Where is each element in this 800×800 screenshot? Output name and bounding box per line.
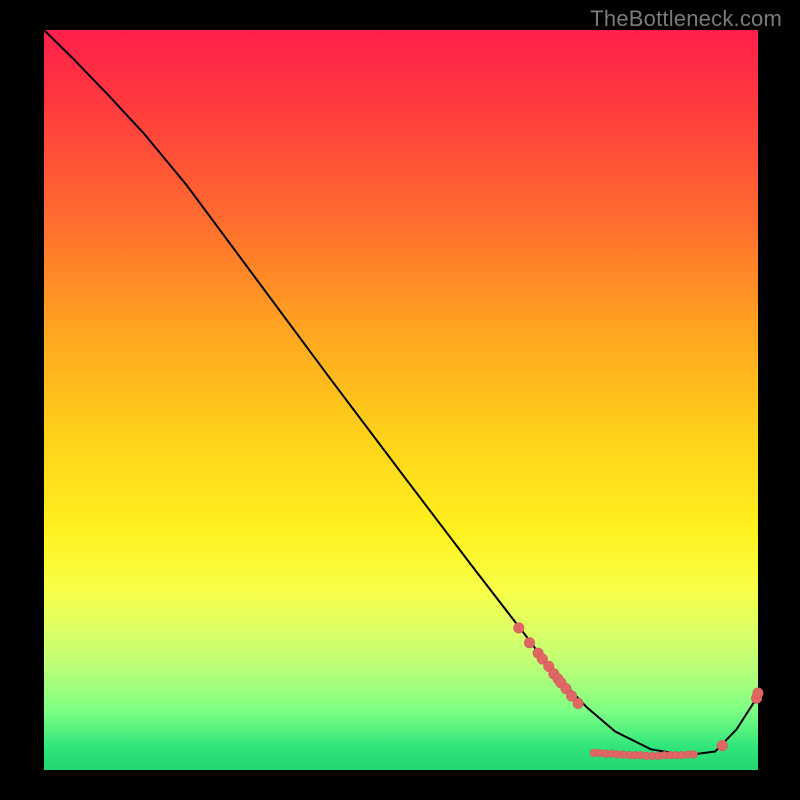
marker-dot [717,740,727,750]
attribution-label: TheBottleneck.com [590,6,782,32]
curve-line [44,30,758,755]
marker-dot [753,688,763,698]
marker-dot [524,638,534,648]
marker-dot [573,698,583,708]
chart-stage: TheBottleneck.com [0,0,800,800]
marker-dot [514,623,524,633]
chart-overlay [44,30,758,770]
marker-dot [690,751,698,759]
